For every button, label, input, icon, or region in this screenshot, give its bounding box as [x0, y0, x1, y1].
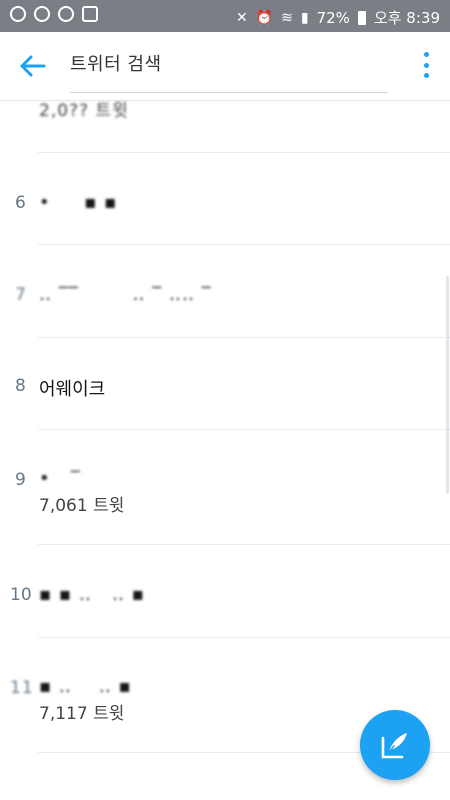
trend-tweet-count: 2,0?? 트윗: [39, 101, 129, 121]
system-status: ✕ ⏰ ≋ ▮ 72% 오후 8:39: [236, 7, 440, 28]
trend-rank: 8: [15, 376, 26, 396]
trend-rank: 10: [10, 585, 32, 605]
search-query-text: 트위터 검색: [70, 54, 162, 75]
battery-percent: 72%: [316, 8, 350, 27]
mute-icon: ✕: [235, 9, 248, 26]
compose-tweet-button[interactable]: [360, 710, 430, 780]
alarm-icon: ⏰: [255, 9, 274, 26]
trend-tweet-count: 7,061 트윗: [39, 496, 125, 516]
scrollbar[interactable]: [446, 276, 449, 494]
compose-tweet-icon: [381, 733, 407, 759]
trend-tweet-count: 7,117 트윗: [39, 704, 125, 724]
trend-name-obscured: • ‾: [39, 468, 81, 489]
app-bar: 트위터 검색: [0, 32, 450, 101]
trend-name: 어웨이크: [39, 379, 106, 400]
app-notification-icon: [34, 6, 50, 22]
wifi-icon: ≋: [281, 9, 293, 26]
trend-item[interactable]: 10 ▪ ▪ ‥ ‥ ▪: [0, 545, 450, 637]
trend-rank: 7: [15, 285, 27, 305]
trend-item[interactable]: 2,0?? 트윗: [0, 100, 450, 152]
trend-item[interactable]: 7 ‥ ‾‾ ‥ ‾ ‥‥ ‾: [0, 245, 450, 337]
trend-item[interactable]: 8 어웨이크: [0, 338, 450, 429]
trend-name-obscured: ‥ ‾‾ ‥ ‾ ‥‥ ‾: [39, 284, 212, 305]
more-options-button[interactable]: [422, 52, 430, 78]
app-notification-icon: [10, 6, 26, 22]
trend-rank: 6: [15, 193, 26, 213]
trend-rank: 11: [10, 678, 34, 698]
trend-name-obscured: ▪ ‥ ‥ ▪: [39, 676, 132, 697]
clock: 오후 8:39: [373, 9, 440, 27]
trends-list: 2,0?? 트윗 6 • ▪ ▪ 7 ‥ ‾‾ ‥ ‾ ‥‥ ‾ 8 어웨이크 …: [0, 100, 450, 800]
battery-icon: [357, 10, 366, 25]
signal-icon: ▮: [300, 9, 309, 26]
trend-name-obscured: • ▪ ▪: [39, 192, 118, 213]
trend-item[interactable]: 9 • ‾ 7,061 트윗: [0, 430, 450, 544]
image-notification-icon: [82, 6, 98, 22]
trend-rank: 9: [15, 470, 26, 490]
trend-name-obscured: ▪ ▪ ‥ ‥ ▪: [39, 584, 145, 605]
back-button[interactable]: [18, 51, 52, 81]
app-notification-icon: [58, 6, 74, 22]
arrow-back-icon: [20, 55, 46, 77]
trend-item[interactable]: 6 • ▪ ▪: [0, 153, 450, 243]
notification-icons: [10, 6, 98, 22]
search-input[interactable]: 트위터 검색: [70, 52, 388, 93]
more-vert-icon: [423, 52, 429, 57]
status-bar: ✕ ⏰ ≋ ▮ 72% 오후 8:39: [0, 0, 450, 32]
